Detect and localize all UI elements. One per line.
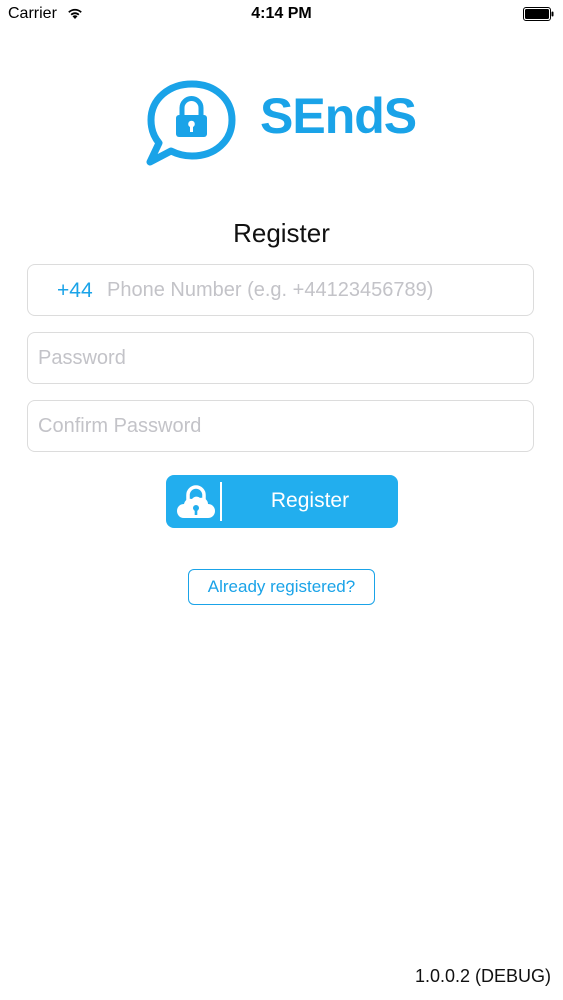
- page-title: Register: [233, 218, 330, 248]
- register-button-label: Register: [270, 489, 350, 512]
- password-input[interactable]: [38, 333, 518, 383]
- version-label: 1.0.0.2 (DEBUG): [414, 966, 551, 986]
- password-field[interactable]: [27, 332, 534, 384]
- register-button[interactable]: Register: [166, 475, 398, 528]
- confirm-password-input[interactable]: [38, 401, 518, 451]
- country-code-prefix[interactable]: +44: [57, 279, 93, 303]
- status-bar: Carrier 4:14 PM: [0, 0, 563, 30]
- status-time: 4:14 PM: [251, 5, 312, 22]
- chat-lock-icon: [146, 80, 236, 166]
- phone-number-input[interactable]: [107, 265, 527, 315]
- cloud-lock-icon: [177, 485, 215, 518]
- phone-field[interactable]: +44: [27, 264, 534, 316]
- confirm-password-field[interactable]: [27, 400, 534, 452]
- already-registered-button[interactable]: Already registered?: [188, 569, 375, 605]
- battery-icon: [523, 7, 554, 21]
- app-logo: SEndS: [146, 80, 426, 166]
- app-name: SEndS: [260, 88, 417, 144]
